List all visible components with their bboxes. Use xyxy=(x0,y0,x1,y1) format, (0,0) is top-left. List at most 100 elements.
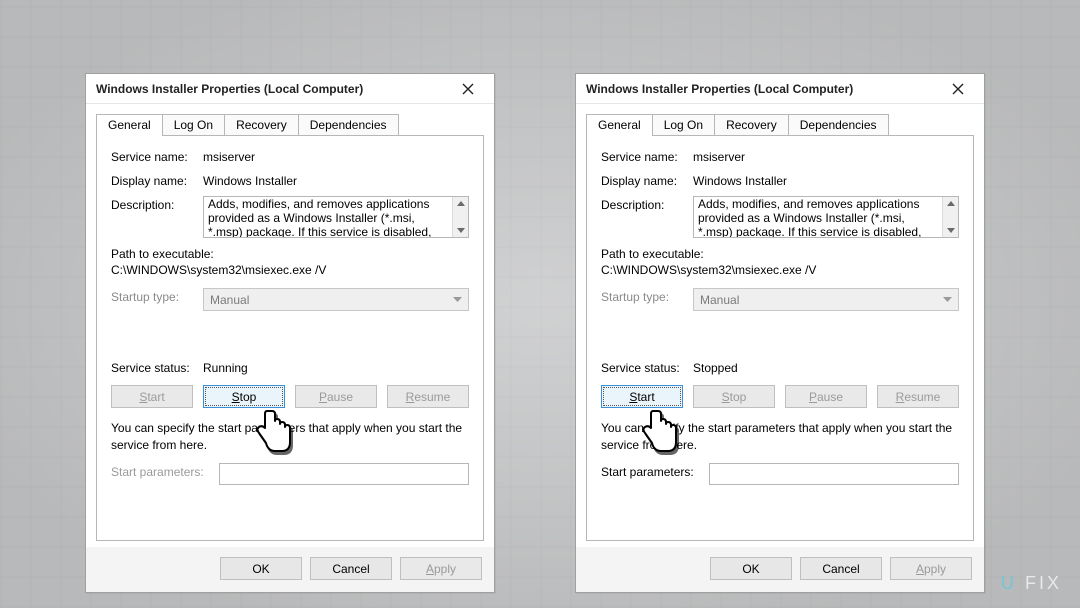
watermark: U FIX xyxy=(1001,573,1062,594)
description-value: Adds, modifies, and removes applications… xyxy=(208,197,431,238)
scroll-down-button[interactable] xyxy=(453,223,469,237)
cancel-button[interactable]: Cancel xyxy=(310,557,392,580)
start-parameters-row: Start parameters: xyxy=(111,463,469,485)
path-block: Path to executable: C:\WINDOWS\system32\… xyxy=(601,246,959,278)
watermark-prefix: U xyxy=(1001,573,1017,593)
scroll-up-button[interactable] xyxy=(943,197,959,211)
chevron-down-icon xyxy=(947,227,955,233)
tab-general[interactable]: General xyxy=(586,114,653,136)
path-value: C:\WINDOWS\system32\msiexec.exe /V xyxy=(111,262,469,278)
path-value: C:\WINDOWS\system32\msiexec.exe /V xyxy=(601,262,959,278)
start-parameters-note: You can specify the start parameters tha… xyxy=(111,420,469,452)
display-name-row: Display name: Windows Installer xyxy=(601,172,959,188)
tab-general[interactable]: General xyxy=(96,114,163,136)
startup-type-select[interactable]: Manual xyxy=(203,288,469,311)
dialog-button-row: OK Cancel Apply xyxy=(576,547,984,592)
properties-dialog-left: Windows Installer Properties (Local Comp… xyxy=(85,73,495,593)
titlebar: Windows Installer Properties (Local Comp… xyxy=(576,74,984,104)
close-icon xyxy=(462,83,474,95)
tab-log-on[interactable]: Log On xyxy=(652,114,715,136)
close-icon xyxy=(952,83,964,95)
pause-button: Pause xyxy=(785,385,867,408)
description-row: Description: Adds, modifies, and removes… xyxy=(601,196,959,238)
service-status-value: Running xyxy=(203,359,248,375)
properties-dialog-right: Windows Installer Properties (Local Comp… xyxy=(575,73,985,593)
resume-button: Resume xyxy=(387,385,469,408)
stop-button: Stop xyxy=(693,385,775,408)
service-name-label: Service name: xyxy=(601,148,693,164)
tab-panel-general: Service name: msiserver Display name: Wi… xyxy=(96,135,484,541)
path-block: Path to executable: C:\WINDOWS\system32\… xyxy=(111,246,469,278)
startup-type-value: Manual xyxy=(700,293,739,307)
service-status-label: Service status: xyxy=(111,359,203,375)
close-button[interactable] xyxy=(940,74,976,104)
start-button: Start xyxy=(111,385,193,408)
display-name-value: Windows Installer xyxy=(203,172,297,188)
startup-type-row: Startup type: Manual xyxy=(601,288,959,311)
display-name-row: Display name: Windows Installer xyxy=(111,172,469,188)
path-label: Path to executable: xyxy=(601,246,959,262)
description-scrollbar[interactable] xyxy=(942,197,958,237)
description-value: Adds, modifies, and removes applications… xyxy=(698,197,921,238)
resume-button: Resume xyxy=(877,385,959,408)
chevron-up-icon xyxy=(947,201,955,207)
description-label: Description: xyxy=(601,196,693,212)
tab-dependencies[interactable]: Dependencies xyxy=(298,114,399,136)
description-label: Description: xyxy=(111,196,203,212)
pause-button: Pause xyxy=(295,385,377,408)
startup-type-label: Startup type: xyxy=(601,288,693,304)
description-row: Description: Adds, modifies, and removes… xyxy=(111,196,469,238)
display-name-value: Windows Installer xyxy=(693,172,787,188)
chevron-up-icon xyxy=(457,201,465,207)
tab-log-on[interactable]: Log On xyxy=(162,114,225,136)
tab-panel-general: Service name: msiserver Display name: Wi… xyxy=(586,135,974,541)
description-scrollbar[interactable] xyxy=(452,197,468,237)
description-text[interactable]: Adds, modifies, and removes applications… xyxy=(203,196,469,238)
control-buttons: Start Stop Pause Resume xyxy=(111,385,469,408)
scroll-up-button[interactable] xyxy=(453,197,469,211)
startup-type-label: Startup type: xyxy=(111,288,203,304)
start-parameters-input[interactable] xyxy=(709,463,959,485)
stop-button[interactable]: Stop xyxy=(203,385,285,408)
ok-button[interactable]: OK xyxy=(710,557,792,580)
start-button[interactable]: Start xyxy=(601,385,683,408)
close-button[interactable] xyxy=(450,74,486,104)
ok-button[interactable]: OK xyxy=(220,557,302,580)
tab-recovery[interactable]: Recovery xyxy=(714,114,789,136)
service-status-row: Service status: Stopped xyxy=(601,359,959,375)
cancel-button[interactable]: Cancel xyxy=(800,557,882,580)
apply-button: Apply xyxy=(400,557,482,580)
start-parameters-label: Start parameters: xyxy=(111,463,219,479)
apply-button: Apply xyxy=(890,557,972,580)
startup-type-row: Startup type: Manual xyxy=(111,288,469,311)
window-title: Windows Installer Properties (Local Comp… xyxy=(586,82,853,96)
path-label: Path to executable: xyxy=(111,246,469,262)
start-parameters-input xyxy=(219,463,469,485)
chevron-down-icon xyxy=(453,297,462,303)
tab-dependencies[interactable]: Dependencies xyxy=(788,114,889,136)
tab-strip: General Log On Recovery Dependencies xyxy=(86,104,494,136)
description-text[interactable]: Adds, modifies, and removes applications… xyxy=(693,196,959,238)
start-parameters-row: Start parameters: xyxy=(601,463,959,485)
service-name-label: Service name: xyxy=(111,148,203,164)
watermark-suffix: FIX xyxy=(1025,573,1062,593)
service-status-row: Service status: Running xyxy=(111,359,469,375)
scroll-down-button[interactable] xyxy=(943,223,959,237)
window-title: Windows Installer Properties (Local Comp… xyxy=(96,82,363,96)
service-name-row: Service name: msiserver xyxy=(601,148,959,164)
titlebar: Windows Installer Properties (Local Comp… xyxy=(86,74,494,104)
display-name-label: Display name: xyxy=(111,172,203,188)
service-name-value: msiserver xyxy=(203,148,255,164)
start-parameters-label: Start parameters: xyxy=(601,463,709,479)
tab-recovery[interactable]: Recovery xyxy=(224,114,299,136)
control-buttons: Start Stop Pause Resume xyxy=(601,385,959,408)
chevron-down-icon xyxy=(457,227,465,233)
chevron-down-icon xyxy=(943,297,952,303)
dialog-button-row: OK Cancel Apply xyxy=(86,547,494,592)
start-parameters-note: You can specify the start parameters tha… xyxy=(601,420,959,452)
startup-type-value: Manual xyxy=(210,293,249,307)
service-name-value: msiserver xyxy=(693,148,745,164)
display-name-label: Display name: xyxy=(601,172,693,188)
tab-strip: General Log On Recovery Dependencies xyxy=(576,104,984,136)
startup-type-select[interactable]: Manual xyxy=(693,288,959,311)
